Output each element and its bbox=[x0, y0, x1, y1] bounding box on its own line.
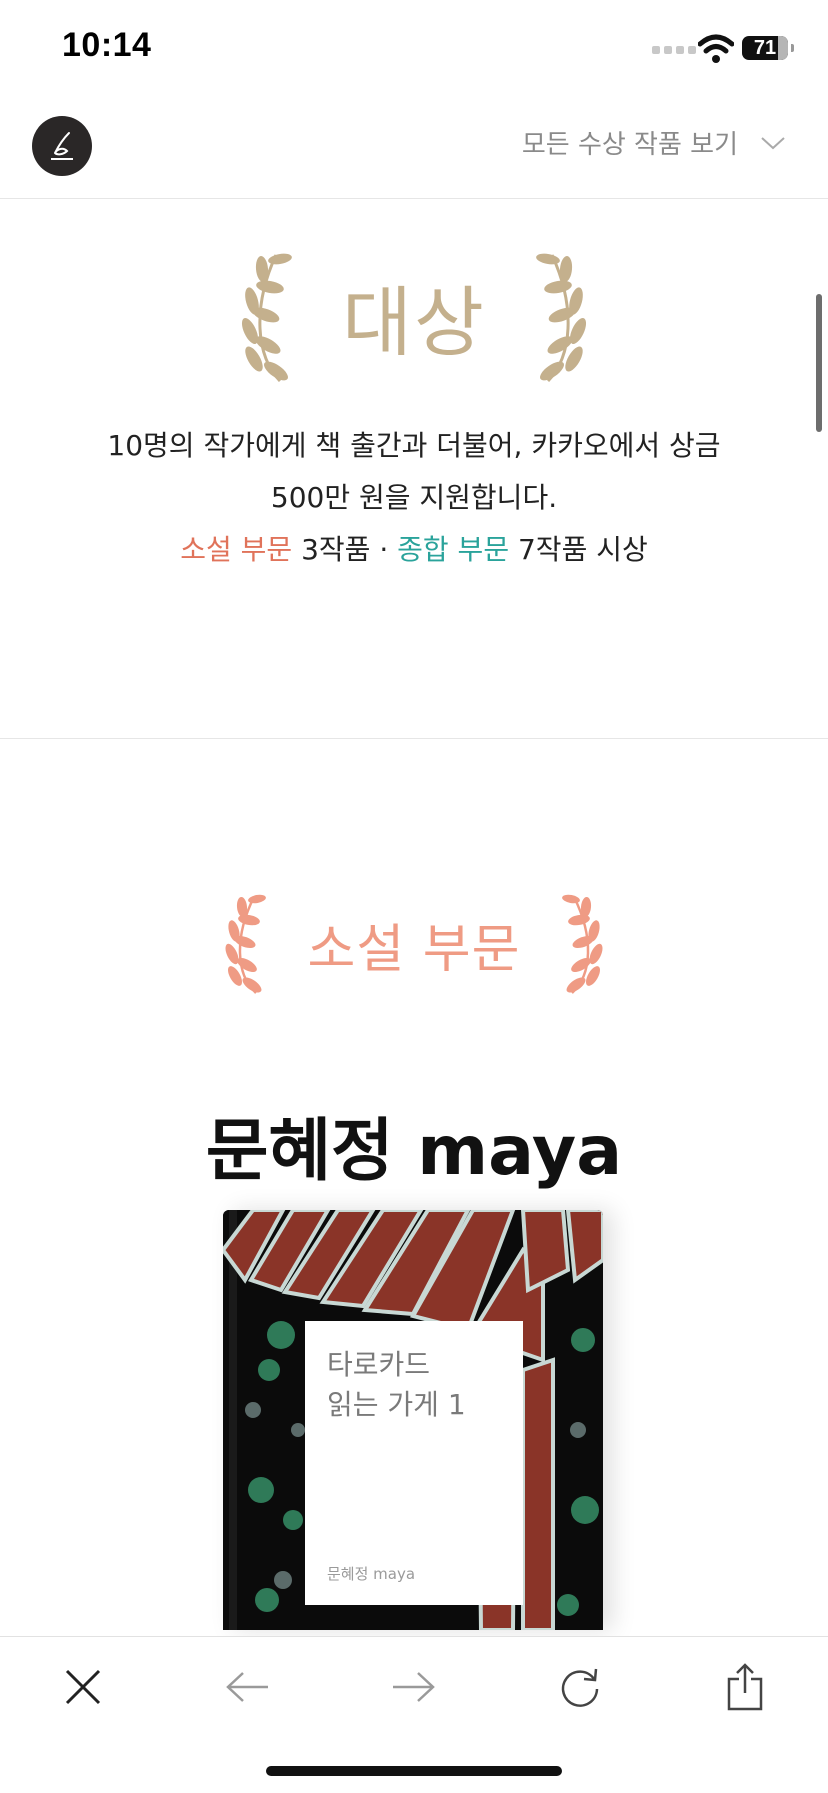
forward-button[interactable] bbox=[383, 1657, 443, 1717]
general-count: 7작품 시상 bbox=[509, 533, 648, 566]
grand-desc-line2: 500만 원을 지원합니다. bbox=[270, 481, 558, 514]
separator-dot: · bbox=[370, 533, 398, 566]
laurel-right-icon bbox=[562, 894, 603, 994]
share-icon bbox=[727, 1663, 763, 1711]
cellular-signal-icon bbox=[652, 46, 696, 54]
grand-desc-line1: 10명의 작가에게 책 출간과 더불어, 카카오에서 상금 bbox=[107, 429, 721, 462]
battery-level: 71 bbox=[753, 36, 777, 59]
book-cover-label: 타로카드 읽는 가게 1 문혜정 maya bbox=[305, 1321, 523, 1605]
novel-heading: 소설 부문 bbox=[0, 889, 828, 999]
winner-author-name: 문혜정 maya bbox=[205, 1112, 623, 1191]
grand-desc-line3: 소설 부문 3작품 · 종합 부문 7작품 시상 bbox=[60, 524, 768, 576]
grand-prize-description: 10명의 작가에게 책 출간과 더불어, 카카오에서 상금 500만 원을 지원… bbox=[60, 420, 768, 576]
back-icon bbox=[226, 1672, 268, 1702]
book-author: 문혜정 maya bbox=[327, 1565, 416, 1583]
battery-icon: 71 bbox=[742, 36, 794, 60]
novel-category-label: 소설 부문 bbox=[180, 533, 293, 566]
grand-prize-heading: 대상 bbox=[0, 246, 828, 386]
forward-icon bbox=[393, 1672, 435, 1702]
novel-count: 3작품 bbox=[292, 533, 371, 566]
book-title: 타로카드 읽는 가게 1 bbox=[327, 1345, 466, 1425]
share-button[interactable] bbox=[715, 1657, 775, 1717]
site-header: 모든 수상 작품 보기 bbox=[0, 96, 828, 199]
book-cover[interactable]: 타로카드 읽는 가게 1 문혜정 maya bbox=[223, 1210, 603, 1630]
pen-logo-icon[interactable] bbox=[32, 116, 92, 176]
wifi-icon bbox=[698, 34, 734, 63]
laurel-right-icon bbox=[536, 253, 586, 383]
laurel-left-icon bbox=[225, 894, 266, 994]
general-category-label: 종합 부문 bbox=[397, 533, 510, 566]
book-title-line2: 읽는 가게 1 bbox=[327, 1388, 466, 1421]
grand-prize-section: 대상 10명의 작가에게 책 출간과 더불어, 카카오에서 상금 500만 원을… bbox=[0, 198, 828, 739]
novel-section: 소설 부문 문혜정 maya 타로카드 읽는 가게 1 문혜정 maya bbox=[0, 739, 828, 1639]
laurel-left-icon bbox=[242, 253, 292, 383]
reload-icon bbox=[561, 1668, 599, 1707]
grand-prize-title: 대상 bbox=[342, 278, 486, 367]
reload-button[interactable] bbox=[550, 1657, 610, 1717]
close-icon bbox=[65, 1669, 101, 1705]
status-bar: 10:14 71 bbox=[0, 0, 828, 96]
scrollbar[interactable] bbox=[816, 294, 822, 432]
back-button[interactable] bbox=[218, 1657, 278, 1717]
chevron-down-icon bbox=[761, 136, 785, 149]
award-select-dropdown[interactable]: 모든 수상 작품 보기 bbox=[522, 124, 786, 161]
award-select-label: 모든 수상 작품 보기 bbox=[521, 130, 738, 160]
home-indicator[interactable] bbox=[266, 1766, 562, 1776]
novel-section-title: 소설 부문 bbox=[307, 919, 521, 980]
status-time: 10:14 bbox=[62, 26, 152, 64]
close-button[interactable] bbox=[53, 1657, 113, 1717]
book-title-line1: 타로카드 bbox=[327, 1348, 431, 1381]
